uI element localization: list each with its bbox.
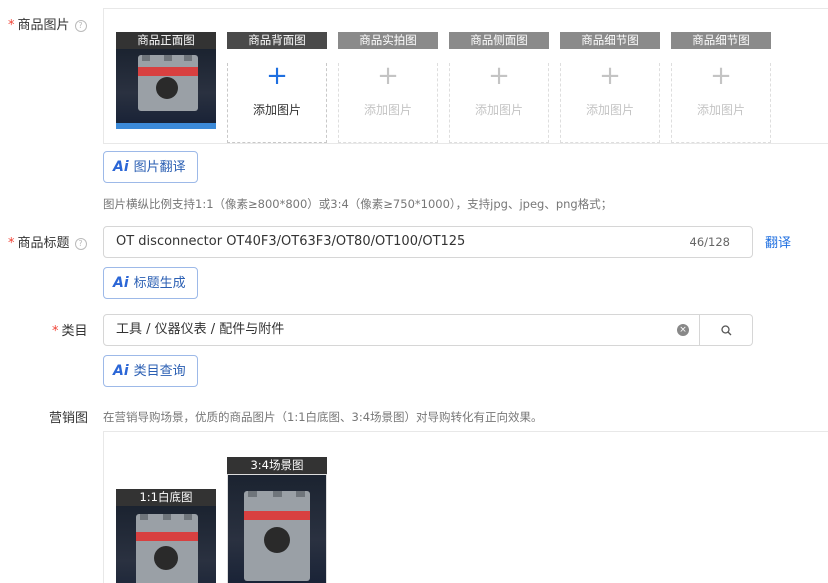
slot-title: 商品背面图 [227,32,327,49]
image-translate-button[interactable]: Ai 图片翻译 [103,151,198,183]
image-slot-side[interactable]: 商品侧面图 + 添加图片 [449,32,549,143]
plus-icon: + [377,61,399,91]
plus-icon: + [599,61,621,91]
marketing-label: 营销图 [49,411,89,426]
required-mark: * [8,18,15,33]
add-image-label: 添加图片 [696,103,745,117]
title-generate-button[interactable]: Ai 标题生成 [103,267,198,299]
marketing-image-title: 3:4场景图 [227,457,327,474]
add-image-button[interactable]: + 添加图片 [560,63,660,143]
title-label: * 商品标题? [8,232,87,251]
add-image-button[interactable]: + 添加图片 [449,63,549,143]
slot-title: 商品实拍图 [338,32,438,49]
add-image-label: 添加图片 [252,103,301,117]
slot-title: 商品正面图 [116,32,216,49]
image-slot-front[interactable]: 商品正面图 [116,32,216,129]
title-generate-label: 标题生成 [133,276,186,291]
marketing-image-title: 1:1白底图 [116,489,216,506]
search-icon [721,325,732,336]
category-label: * 类目 [52,320,88,339]
required-mark: * [8,236,15,251]
marketing-photo-scene[interactable] [227,474,327,583]
title-char-counter: 46/128 [689,235,730,249]
category-query-button[interactable]: Ai 类目查询 [103,355,198,387]
disconnector-image [244,491,310,581]
ai-icon: Ai [113,159,129,175]
slot-title: 商品细节图 [671,32,771,49]
category-value: 工具 / 仪器仪表 / 配件与附件 [116,322,285,337]
clear-icon[interactable]: × [677,324,689,336]
image-translate-label: 图片翻译 [133,160,186,175]
image-slot-real[interactable]: 商品实拍图 + 添加图片 [338,32,438,143]
image-format-hint: 图片横纵比例支持1:1（像素≥800*800）或3:4（像素≥750*1000）… [103,197,613,211]
marketing-photo-square[interactable] [116,506,216,583]
plus-icon: + [488,61,510,91]
translate-link[interactable]: 翻译 [765,232,791,251]
product-photo[interactable] [116,49,216,129]
add-image-button[interactable]: + 添加图片 [338,63,438,143]
add-image-button[interactable]: + 添加图片 [227,63,327,143]
slot-title: 商品侧面图 [449,32,549,49]
plus-icon: + [710,61,732,91]
disconnector-image [138,55,198,111]
required-mark: * [52,324,59,339]
ai-icon: Ai [113,363,129,379]
image-slot-detail-1[interactable]: 商品细节图 + 添加图片 [560,32,660,143]
help-icon[interactable]: ? [74,20,87,32]
image-slot-back[interactable]: 商品背面图 + 添加图片 [227,32,327,143]
image-slot-detail-2[interactable]: 商品细节图 + 添加图片 [671,32,771,143]
plus-icon: + [266,61,288,91]
title-label-text: 商品标题 [17,236,70,251]
product-images-label-text: 商品图片 [17,18,70,33]
title-input-value[interactable]: OT disconnector OT40F3/OT63F3/OT80/OT100… [116,227,465,257]
product-images-panel: 商品正面图 商品背面图 + 添加图片 商品实拍图 + 添加图片 商品侧面图 + … [103,8,828,144]
title-input[interactable]: OT disconnector OT40F3/OT63F3/OT80/OT100… [103,226,753,258]
slot-title: 商品细节图 [560,32,660,49]
ai-icon: Ai [113,275,129,291]
marketing-panel: 1:1白底图 3:4场景图 [103,431,828,583]
category-select[interactable]: 工具 / 仪器仪表 / 配件与附件 × [103,314,700,346]
add-image-button[interactable]: + 添加图片 [671,63,771,143]
add-image-label: 添加图片 [474,103,523,117]
add-image-label: 添加图片 [363,103,412,117]
disconnector-image [136,514,198,583]
help-icon[interactable]: ? [74,238,87,250]
product-images-label: * 商品图片? [8,14,87,33]
add-image-label: 添加图片 [585,103,634,117]
marketing-image-scene[interactable]: 3:4场景图 [227,457,327,583]
marketing-hint: 在营销导购场景，优质的商品图片（1:1白底图、3:4场景图）对导购转化有正向效果… [103,410,543,424]
marketing-image-square[interactable]: 1:1白底图 [116,489,216,583]
category-label-text: 类目 [61,324,88,339]
category-query-label: 类目查询 [133,364,186,379]
category-search-button[interactable] [700,314,753,346]
